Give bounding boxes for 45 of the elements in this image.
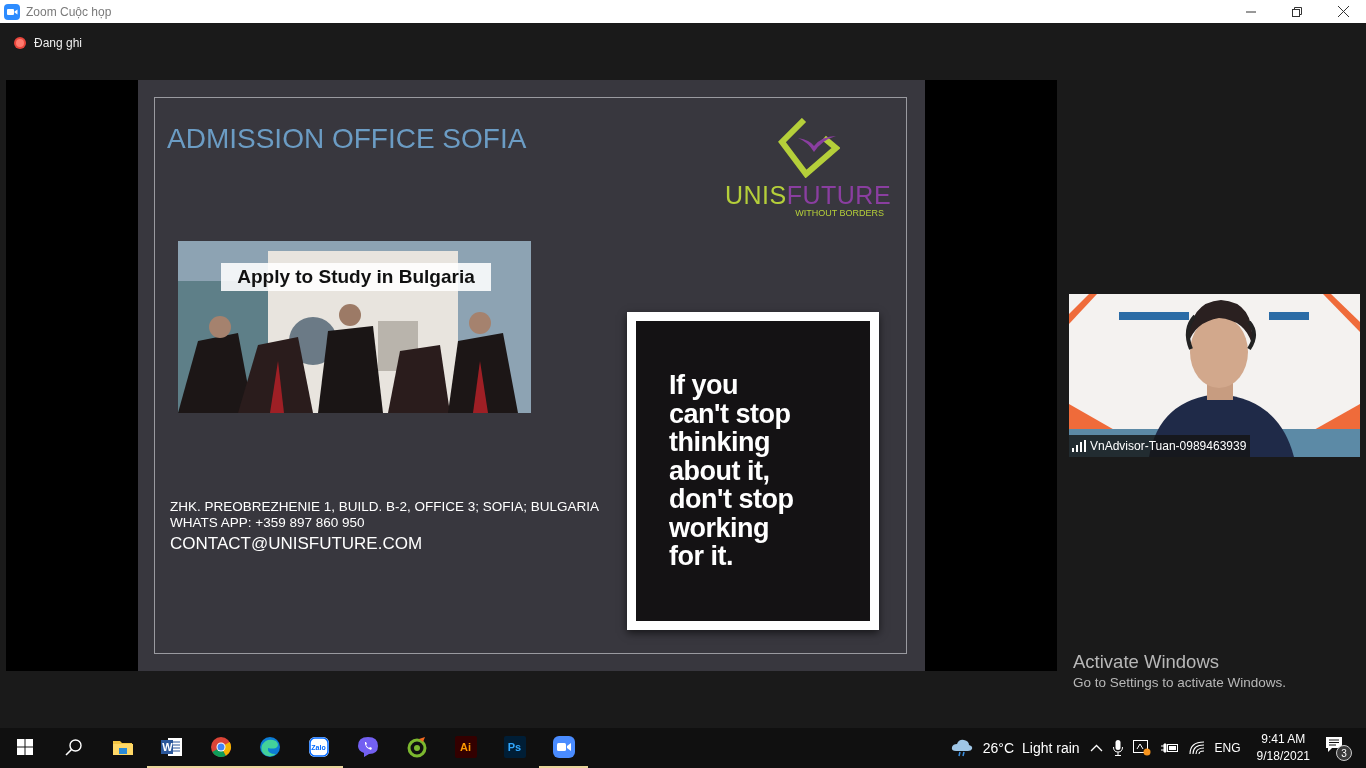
logo-mark	[776, 118, 840, 178]
clock-time[interactable]: 9:41 AM	[1261, 731, 1306, 748]
contact-line: WHATS APP: +359 897 860 950	[170, 515, 366, 531]
wifi-icon[interactable]	[1188, 741, 1205, 755]
contact-line: ZHK. PREOBREZHENIE 1, BUILD. B-2, OFFICE 3; SOFIA; BULGARIA	[170, 499, 600, 515]
participant-name: VnAdvisor-Tuan-0989463939	[1090, 439, 1247, 453]
notification-icon[interactable]	[1326, 737, 1342, 752]
battery-plug-icon[interactable]	[1160, 742, 1179, 754]
chevron-up-icon[interactable]	[1089, 744, 1103, 752]
notification-count: 3	[1336, 745, 1352, 761]
signal-icon	[1072, 440, 1086, 452]
app-tile-icon	[454, 736, 477, 758]
document-icon	[160, 736, 183, 758]
quote-text: If you can't stop thinking about it, don't stop working for it.	[668, 371, 795, 571]
language-indicator[interactable]: ENG	[1214, 741, 1241, 755]
logo-tagline: WITHOUT BORDERS	[795, 208, 884, 218]
browser-icon	[258, 736, 281, 758]
video-camera-icon	[552, 736, 575, 758]
search-icon[interactable]	[65, 738, 82, 756]
microphone-icon[interactable]	[1112, 740, 1123, 756]
phone-bubble-icon	[356, 736, 379, 758]
zoom-logo-icon	[4, 3, 20, 20]
activation-title: Activate Windows	[1073, 651, 1220, 673]
rounded-square-icon	[307, 736, 330, 758]
weather-condition[interactable]: Light rain	[1022, 740, 1080, 756]
clock-date[interactable]: 9/18/2021	[1256, 748, 1310, 765]
app-tile-icon	[503, 736, 526, 758]
browser-icon	[209, 736, 232, 758]
restore-icon[interactable]	[1292, 6, 1302, 17]
close-icon[interactable]	[1337, 6, 1349, 17]
window-title: Zoom Cuộc họp	[26, 4, 113, 19]
weather-temperature[interactable]: 26°C	[982, 740, 1014, 756]
screen-app-icon[interactable]	[1132, 740, 1151, 756]
contact-email: CONTACT@UNISFUTURE.COM	[170, 533, 424, 555]
browser-icon	[405, 736, 428, 758]
slide-title: ADMISSION OFFICE SOFIA	[167, 123, 527, 155]
activation-hint: Go to Settings to activate Windows.	[1073, 674, 1287, 692]
taskbar-app-button[interactable]: W	[147, 728, 196, 768]
photo-caption: Apply to Study in Bulgaria	[221, 263, 491, 291]
recording-label: Đang ghi	[34, 36, 83, 50]
taskbar-app-button[interactable]: Ai	[441, 728, 490, 768]
cloud-rain-icon[interactable]	[950, 739, 973, 757]
logo-wordmark: UNISFUTURE	[724, 182, 892, 208]
taskbar-app-button[interactable]: Ps	[490, 728, 539, 768]
start-icon[interactable]	[16, 739, 33, 755]
